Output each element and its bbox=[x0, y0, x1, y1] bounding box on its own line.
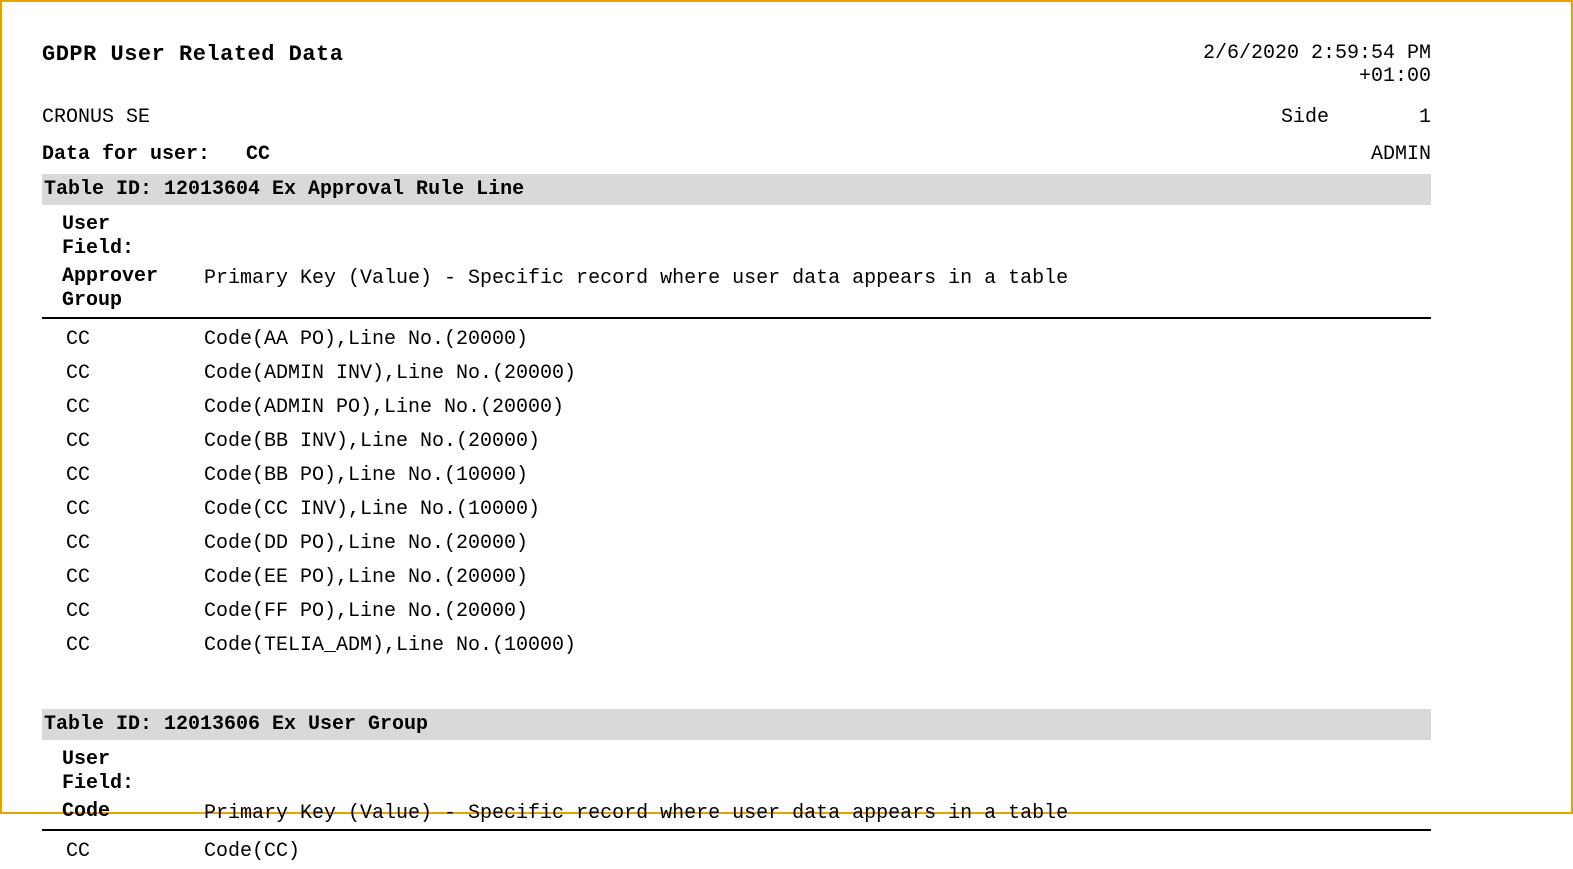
user-field-notes bbox=[204, 748, 1431, 750]
field-name: Code bbox=[62, 800, 204, 824]
row-pk: Code(ADMIN PO),Line No.(20000) bbox=[204, 391, 1431, 425]
row-pk: Code(BB INV),Line No.(20000) bbox=[204, 425, 1431, 459]
user-field-row: User Field: bbox=[62, 748, 1431, 796]
row-pk: Code(FF PO),Line No.(20000) bbox=[204, 595, 1431, 629]
pk-note: Primary Key (Value) - Specific record wh… bbox=[204, 265, 1431, 290]
side-value: 1 bbox=[1419, 106, 1431, 129]
row-user: CC bbox=[66, 629, 204, 663]
table-row: CCCode(EE PO),Line No.(20000) bbox=[42, 561, 1431, 595]
table-row: CCCode(TELIA_ADM),Line No.(10000) bbox=[42, 629, 1431, 663]
page-title: GDPR User Related Data bbox=[42, 42, 343, 67]
report-page: GDPR User Related Data 2/6/2020 2:59:54 … bbox=[0, 0, 1573, 814]
row-pk: Code(EE PO),Line No.(20000) bbox=[204, 561, 1431, 595]
row-pk: Code(TELIA_ADM),Line No.(10000) bbox=[204, 629, 1431, 663]
row-user: CC bbox=[66, 561, 204, 595]
user-field-label: User Field: bbox=[62, 213, 204, 261]
table-row: CCCode(DD PO),Line No.(20000) bbox=[42, 527, 1431, 561]
row-pk: Code(CC INV),Line No.(10000) bbox=[204, 493, 1431, 527]
field-name-row: Code Primary Key (Value) - Specific reco… bbox=[62, 800, 1431, 825]
table-row: CCCode(ADMIN PO),Line No.(20000) bbox=[42, 391, 1431, 425]
user-field-notes bbox=[204, 213, 1431, 215]
timezone: +01:00 bbox=[1203, 65, 1431, 88]
timestamp-block: 2/6/2020 2:59:54 PM +01:00 bbox=[1203, 42, 1431, 88]
section-head: Table ID: 12013604 Ex Approval Rule Line bbox=[42, 174, 1431, 205]
section-head: Table ID: 12013606 Ex User Group bbox=[42, 709, 1431, 740]
timestamp: 2/6/2020 2:59:54 PM bbox=[1203, 42, 1431, 65]
row-pk: Code(CC) bbox=[204, 835, 1431, 869]
row-pk: Code(ADMIN INV),Line No.(20000) bbox=[204, 357, 1431, 391]
header-row: GDPR User Related Data 2/6/2020 2:59:54 … bbox=[42, 42, 1431, 88]
field-name: Approver Group bbox=[62, 265, 204, 313]
table-row: CCCode(CC) bbox=[42, 835, 1431, 869]
row-user: CC bbox=[66, 323, 204, 357]
user-field-row: User Field: bbox=[62, 213, 1431, 261]
company-label: CRONUS SE bbox=[42, 106, 150, 129]
divider bbox=[42, 829, 1431, 831]
data-for-user-value: CC bbox=[246, 143, 270, 166]
row-user: CC bbox=[66, 595, 204, 629]
user-admin-row: Data for user: CC ADMIN bbox=[42, 143, 1431, 166]
row-user: CC bbox=[66, 527, 204, 561]
row-user: CC bbox=[66, 459, 204, 493]
row-user: CC bbox=[66, 493, 204, 527]
divider bbox=[42, 317, 1431, 319]
company-side-row: CRONUS SE Side 1 bbox=[42, 106, 1431, 129]
data-for-user-label: Data for user: bbox=[42, 143, 210, 166]
side-block: Side 1 bbox=[1281, 106, 1431, 129]
table-row: CCCode(AA PO),Line No.(20000) bbox=[42, 323, 1431, 357]
row-user: CC bbox=[66, 425, 204, 459]
row-pk: Code(DD PO),Line No.(20000) bbox=[204, 527, 1431, 561]
row-user: CC bbox=[66, 357, 204, 391]
table-row: CCCode(BB PO),Line No.(10000) bbox=[42, 459, 1431, 493]
row-pk: Code(AA PO),Line No.(20000) bbox=[204, 323, 1431, 357]
data-for-user: Data for user: CC bbox=[42, 143, 270, 166]
section-subhead: User Field: Code Primary Key (Value) - S… bbox=[42, 748, 1431, 825]
side-label: Side bbox=[1281, 106, 1329, 129]
field-name-row: Approver Group Primary Key (Value) - Spe… bbox=[62, 265, 1431, 313]
user-field-label: User Field: bbox=[62, 748, 204, 796]
section-subhead: User Field: Approver Group Primary Key (… bbox=[42, 213, 1431, 313]
data-rows: CCCode(CC) bbox=[42, 835, 1431, 869]
row-user: CC bbox=[66, 391, 204, 425]
row-user: CC bbox=[66, 835, 204, 869]
table-row: CCCode(BB INV),Line No.(20000) bbox=[42, 425, 1431, 459]
section-gap bbox=[42, 663, 1431, 703]
pk-note: Primary Key (Value) - Specific record wh… bbox=[204, 800, 1431, 825]
admin-label: ADMIN bbox=[1371, 143, 1431, 166]
row-pk: Code(BB PO),Line No.(10000) bbox=[204, 459, 1431, 493]
table-row: CCCode(FF PO),Line No.(20000) bbox=[42, 595, 1431, 629]
table-row: CCCode(CC INV),Line No.(10000) bbox=[42, 493, 1431, 527]
data-rows: CCCode(AA PO),Line No.(20000)CCCode(ADMI… bbox=[42, 323, 1431, 663]
table-row: CCCode(ADMIN INV),Line No.(20000) bbox=[42, 357, 1431, 391]
